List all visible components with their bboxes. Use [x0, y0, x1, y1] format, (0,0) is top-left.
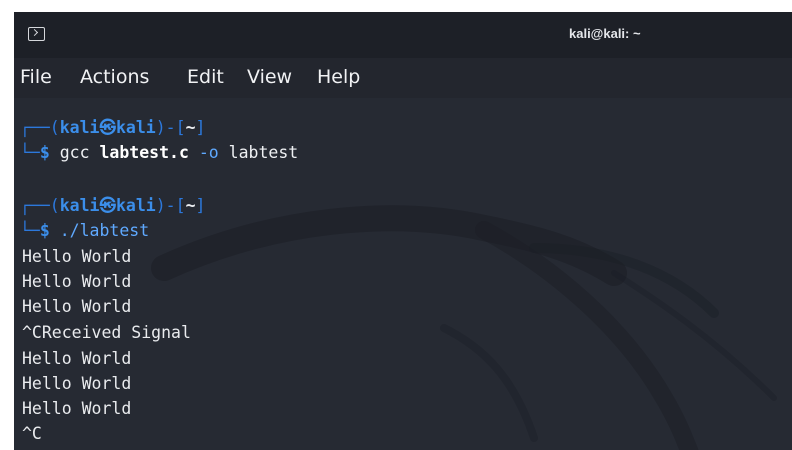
command-flag: -o [198, 143, 219, 162]
menu-actions[interactable]: Actions [80, 66, 149, 88]
command-file: labtest.c [99, 143, 189, 162]
command-program: gcc [59, 143, 90, 162]
prompt-mid: )-[ [155, 118, 186, 137]
prompt-box-top: ┌──( [20, 196, 60, 215]
output-line: Hello World [22, 349, 132, 368]
prompt-box-bottom: └─ [20, 221, 40, 240]
command-arg: labtest [228, 143, 299, 162]
menu-file[interactable]: File [20, 66, 52, 88]
prompt-at-symbol: ㉿ [99, 118, 117, 137]
terminal-icon[interactable] [28, 27, 45, 41]
prompt-cwd: ~ [185, 118, 196, 137]
prompt-box-top: ┌──( [20, 118, 60, 137]
prompt-close: ] [195, 196, 206, 215]
output-line: Hello World [22, 297, 132, 316]
prompt-mid: )-[ [155, 196, 186, 215]
window-title: kali@kali: ~ [569, 26, 641, 41]
prompt-user: kali [59, 196, 100, 215]
output-line: ^CReceived Signal [22, 323, 191, 342]
prompt-at-symbol: ㉿ [99, 196, 117, 215]
title-bar[interactable]: kali@kali: ~ [14, 12, 792, 58]
terminal-window: kali@kali: ~ File Actions Edit View Help… [14, 12, 792, 450]
output-line: Hello World [22, 374, 132, 393]
prompt-host: kali [116, 118, 156, 137]
menu-bar: File Actions Edit View Help [14, 58, 792, 98]
output-line: ^C [22, 424, 42, 443]
menu-view[interactable]: View [247, 66, 292, 88]
prompt-line: ┌──(kali㉿kali)-[~] [20, 193, 205, 218]
prompt-cwd: ~ [185, 196, 196, 215]
prompt-user: kali [59, 118, 100, 137]
prompt-close: ] [195, 118, 206, 137]
output-line: Hello World [22, 247, 132, 266]
prompt-box-bottom: └─ [20, 143, 40, 162]
output-line: Hello World [22, 399, 132, 418]
command-line: └─$ ./labtest [20, 218, 149, 243]
menu-help[interactable]: Help [317, 66, 360, 88]
prompt-host: kali [116, 196, 156, 215]
output-line: Hello World [22, 272, 132, 291]
command-line: └─$ gcc labtest.c -o labtest [20, 140, 298, 165]
menu-edit[interactable]: Edit [187, 66, 224, 88]
prompt-dollar: $ [39, 221, 50, 240]
prompt-line: ┌──(kali㉿kali)-[~] [20, 115, 205, 140]
terminal-output-area[interactable]: ┌──(kali㉿kali)-[~] └─$ gcc labtest.c -o … [14, 98, 792, 450]
command-program: ./labtest [59, 221, 150, 240]
prompt-dollar: $ [39, 143, 50, 162]
